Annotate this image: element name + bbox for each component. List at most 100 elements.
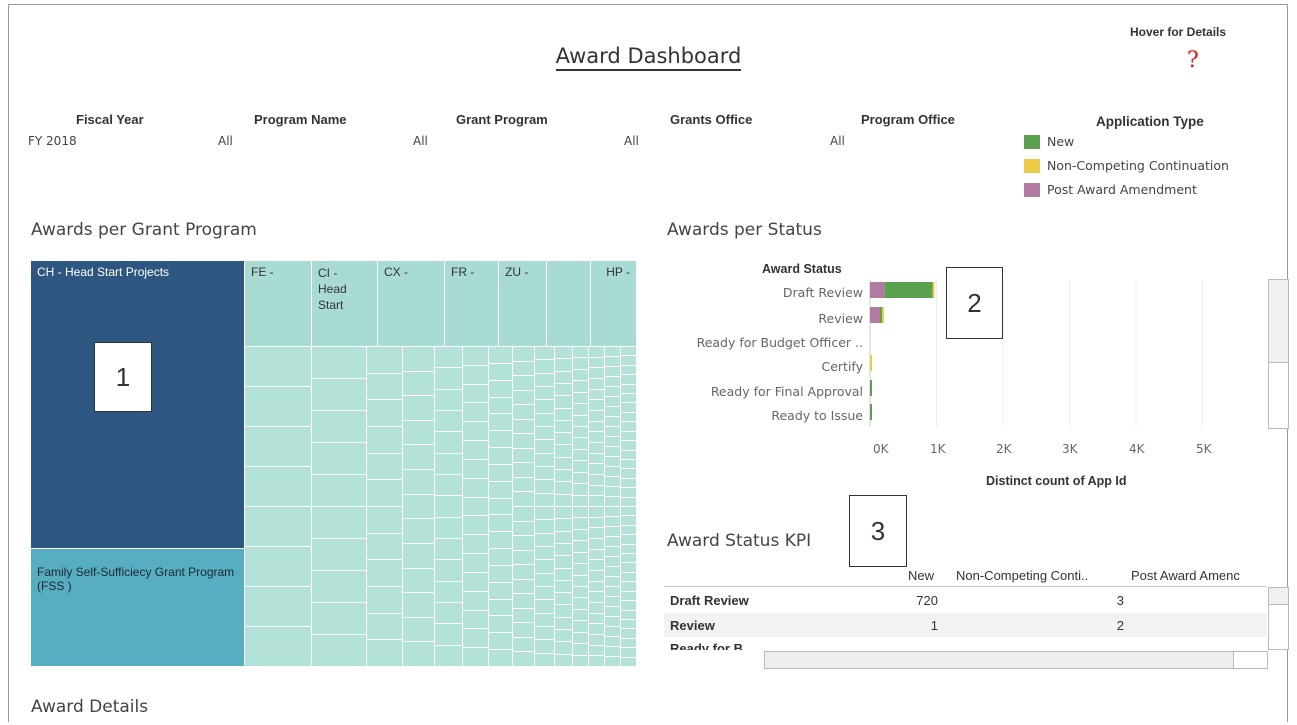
treemap-cell-small[interactable] — [621, 638, 637, 649]
treemap-cell-small[interactable] — [621, 648, 637, 658]
treemap-cell-small[interactable] — [605, 537, 621, 547]
kpi-row[interactable]: Review 1 2 — [664, 613, 1267, 637]
treemap-cell-small[interactable] — [245, 427, 312, 467]
treemap-cell-small[interactable] — [573, 404, 589, 416]
treemap-cell-small[interactable] — [403, 347, 435, 372]
treemap-cell-cx[interactable]: CX - — [378, 261, 445, 347]
treemap-cell-small[interactable] — [513, 477, 535, 493]
help-icon[interactable]: ? — [1187, 48, 1199, 73]
treemap-cell-small[interactable] — [435, 517, 463, 539]
treemap-cell-small[interactable] — [463, 572, 489, 592]
treemap-cell-small[interactable] — [312, 347, 367, 379]
treemap-cell-small[interactable] — [605, 417, 621, 427]
treemap-cell-small[interactable] — [513, 347, 535, 362]
treemap-cell-small[interactable] — [367, 427, 403, 454]
treemap-cell-small[interactable] — [589, 549, 605, 561]
treemap-cell-small[interactable] — [435, 411, 463, 433]
treemap-cell-small[interactable] — [463, 384, 489, 404]
treemap-cell-small[interactable] — [535, 653, 555, 667]
treemap-cell-small[interactable] — [513, 376, 535, 391]
treemap-cell-small[interactable] — [463, 629, 489, 649]
filter-grants-office-value[interactable]: All — [830, 134, 845, 148]
treemap-cell-small[interactable] — [555, 507, 573, 520]
treemap-cell-small[interactable] — [621, 629, 637, 639]
treemap-cell-small[interactable] — [573, 655, 589, 667]
treemap-cell-small[interactable] — [535, 640, 555, 654]
treemap-cell-small[interactable] — [605, 637, 621, 647]
treemap-awards-per-grant-program[interactable]: CH - Head Start Projects Family Self-Suf… — [31, 261, 637, 667]
treemap-cell-small[interactable] — [555, 556, 573, 569]
treemap-cell-small[interactable] — [621, 488, 637, 498]
treemap-cell-small[interactable] — [605, 577, 621, 587]
treemap-cell-small[interactable] — [555, 642, 573, 655]
treemap-cell-small[interactable] — [367, 533, 403, 561]
treemap-cell-small[interactable] — [245, 347, 312, 387]
status-scrollbar[interactable] — [1268, 279, 1289, 429]
treemap-cell-small[interactable] — [489, 532, 513, 550]
treemap-cell-small[interactable] — [589, 645, 605, 657]
treemap-cell-small[interactable] — [605, 377, 621, 387]
treemap-cell-small[interactable] — [555, 605, 573, 618]
treemap-cell-small[interactable] — [403, 494, 435, 520]
treemap-cell-small[interactable] — [463, 648, 489, 667]
treemap-cell-small[interactable] — [605, 517, 621, 527]
legend-item-new[interactable]: New — [1024, 134, 1074, 149]
treemap-cell-small[interactable] — [555, 420, 573, 434]
treemap-cell-small[interactable] — [489, 431, 513, 449]
treemap-cell-small[interactable] — [621, 619, 637, 630]
treemap-cell-fr[interactable]: FR - — [445, 261, 499, 347]
treemap-cell-small[interactable] — [555, 654, 573, 667]
treemap-cell-small[interactable] — [589, 400, 605, 411]
treemap-cell-small[interactable] — [463, 516, 489, 536]
kpi-row[interactable]: Ready for B... — [664, 638, 1267, 650]
treemap-cell-small[interactable] — [621, 572, 637, 583]
treemap-cell-small[interactable] — [513, 565, 535, 580]
treemap-cell-small[interactable] — [605, 627, 621, 637]
treemap-cell-small[interactable] — [513, 579, 535, 595]
treemap-cell-small[interactable] — [489, 633, 513, 651]
treemap-cell-small[interactable] — [403, 445, 435, 471]
bar-non-competing-continuation[interactable] — [881, 307, 884, 323]
treemap-cell-small[interactable] — [403, 543, 435, 569]
treemap-cell-small[interactable] — [513, 623, 535, 638]
treemap-cell-small[interactable] — [573, 438, 589, 450]
treemap-cell-small[interactable] — [555, 593, 573, 606]
treemap-cell-small[interactable] — [573, 552, 589, 565]
treemap-cell-small[interactable] — [535, 587, 555, 601]
treemap-cell-small[interactable] — [489, 498, 513, 516]
treemap-cell-small[interactable] — [573, 358, 589, 370]
treemap-cell-small[interactable] — [535, 493, 555, 507]
treemap-cell-small[interactable] — [573, 598, 589, 610]
treemap-cell-small[interactable] — [513, 419, 535, 435]
treemap-cell-small[interactable] — [535, 507, 555, 521]
treemap-cell-small[interactable] — [555, 445, 573, 458]
treemap-cell-small[interactable] — [245, 627, 312, 667]
treemap-cell-small[interactable] — [555, 531, 573, 544]
treemap-cell-small[interactable] — [489, 582, 513, 600]
kpi-row[interactable]: Draft Review 720 3 — [664, 588, 1267, 612]
status-scrollbar-thumb[interactable] — [1269, 280, 1288, 363]
treemap-cell-small[interactable] — [605, 617, 621, 627]
treemap-cell-small[interactable] — [605, 597, 621, 607]
treemap-cell-small[interactable] — [621, 365, 637, 376]
treemap-cell-small[interactable] — [463, 610, 489, 630]
treemap-cell-small[interactable] — [621, 478, 637, 489]
filter-program-name-value[interactable]: All — [413, 134, 428, 148]
treemap-cell-small[interactable] — [435, 624, 463, 646]
treemap-cell-small[interactable] — [621, 516, 637, 526]
treemap-cell-small[interactable] — [589, 368, 605, 379]
kpi-h-scrollbar-thumb[interactable] — [765, 652, 1234, 668]
treemap-cell-small[interactable] — [435, 560, 463, 582]
treemap-cell-small[interactable] — [367, 400, 403, 427]
treemap-cell-small[interactable] — [489, 549, 513, 566]
treemap-cell-small[interactable] — [555, 617, 573, 631]
treemap-cell-small[interactable] — [573, 381, 589, 393]
treemap-cell-small[interactable] — [535, 613, 555, 627]
bar-new[interactable] — [870, 380, 872, 396]
treemap-cell-small[interactable] — [555, 519, 573, 532]
treemap-cell-small[interactable] — [435, 347, 463, 369]
treemap-cell-small[interactable] — [489, 397, 513, 415]
kpi-h-scrollbar[interactable] — [764, 651, 1268, 669]
treemap-cell-small[interactable] — [555, 630, 573, 643]
treemap-cell-small[interactable] — [463, 497, 489, 517]
